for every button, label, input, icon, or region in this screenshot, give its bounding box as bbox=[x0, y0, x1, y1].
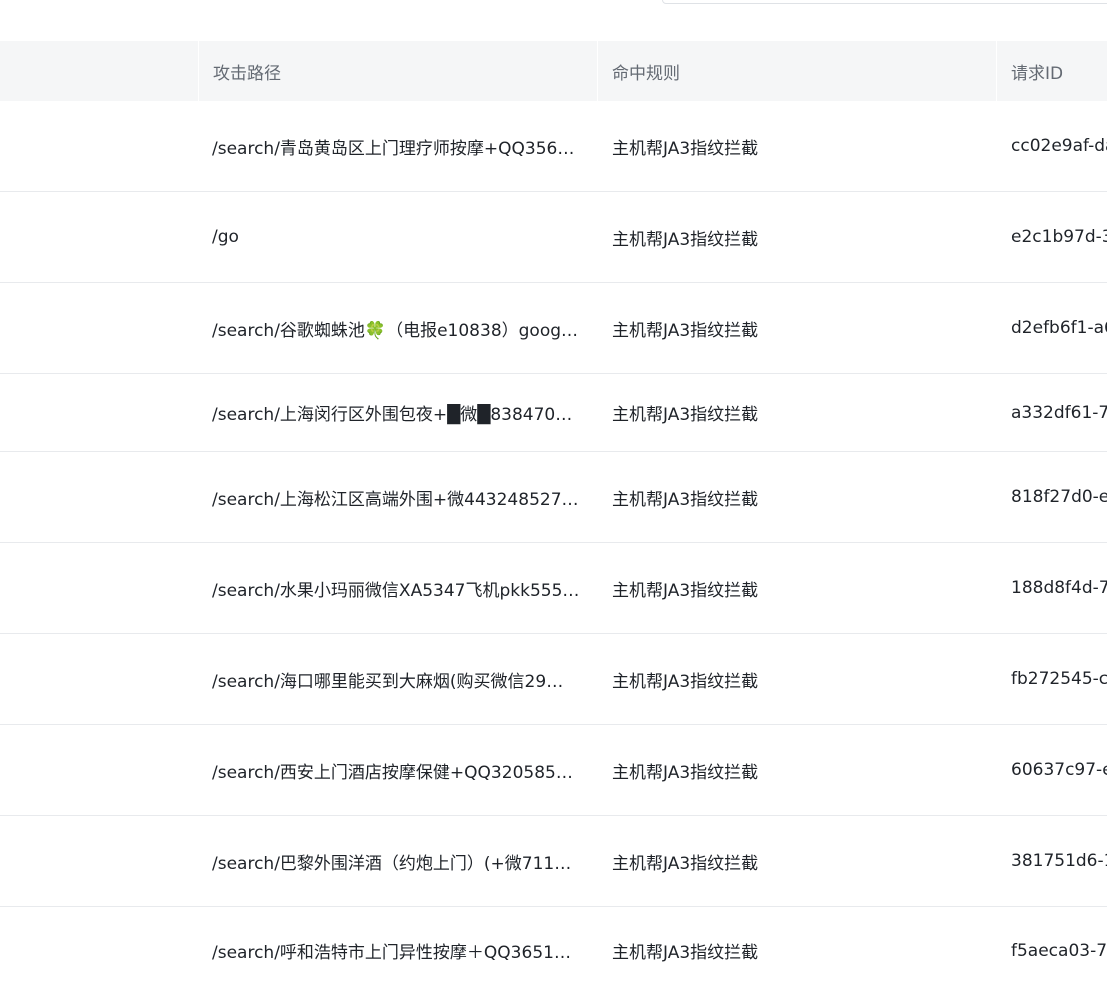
cell-request-id: 381751d6-1 bbox=[1011, 851, 1107, 871]
header-request-id: 请求ID bbox=[996, 41, 1107, 101]
cell-request-id: cc02e9af-da bbox=[1011, 136, 1107, 156]
cell-hit-rule: 主机帮JA3指纹拦截 bbox=[612, 405, 759, 425]
cell-request-id: 188d8f4d-71 bbox=[1011, 578, 1107, 598]
cell-request-id: f5aeca03-75 bbox=[1011, 940, 1107, 961]
table-row[interactable]: /go 主机帮JA3指纹拦截 e2c1b97d-30 bbox=[0, 192, 1107, 283]
attack-log-table: 攻击路径 命中规则 请求ID /search/青岛黄岛区上门理疗师按摩+QQ35… bbox=[0, 41, 1107, 989]
cell-hit-rule: 主机帮JA3指纹拦截 bbox=[612, 489, 759, 510]
cell-attack-path: /search/西安上门酒店按摩保健+QQ320585… bbox=[212, 762, 573, 783]
cell-hit-rule: 主机帮JA3指纹拦截 bbox=[612, 320, 759, 341]
cell-request-id: d2efb6f1-a6 bbox=[1011, 318, 1107, 338]
cell-attack-path: /go bbox=[212, 227, 239, 247]
cell-request-id: fb272545-cc bbox=[1011, 669, 1107, 689]
cell-hit-rule: 主机帮JA3指纹拦截 bbox=[612, 943, 759, 963]
cell-request-id: 818f27d0-e0 bbox=[1011, 487, 1107, 507]
cell-attack-path: /search/谷歌蜘蛛池🍀（电报e10838）goog… bbox=[212, 320, 579, 341]
cell-hit-rule: 主机帮JA3指纹拦截 bbox=[612, 580, 759, 601]
table-row[interactable]: /search/海口哪里能买到大麻烟(购买微信29… 主机帮JA3指纹拦截 fb… bbox=[0, 634, 1107, 725]
cell-request-id: a332df61-7a bbox=[1011, 402, 1107, 423]
cell-hit-rule: 主机帮JA3指纹拦截 bbox=[612, 138, 759, 159]
cell-attack-path: /search/水果小玛丽微信XA5347飞机pkk555… bbox=[212, 580, 580, 601]
header-hit-rule: 命中规则 bbox=[597, 41, 996, 101]
table-row[interactable]: /search/上海闵行区外围包夜+█微█8384706… 主机帮JA3指纹拦截… bbox=[0, 374, 1107, 452]
cell-request-id: e2c1b97d-30 bbox=[1011, 227, 1107, 247]
table-row[interactable]: /search/呼和浩特市上门异性按摩＋QQ3651… 主机帮JA3指纹拦截 f… bbox=[0, 907, 1107, 989]
cell-attack-path: /search/上海闵行区外围包夜+█微█8384706… bbox=[212, 405, 584, 425]
cell-hit-rule: 主机帮JA3指纹拦截 bbox=[612, 853, 759, 874]
cell-attack-path: /search/呼和浩特市上门异性按摩＋QQ3651… bbox=[212, 943, 571, 963]
table-row[interactable]: /search/上海松江区高端外围+微443248527… 主机帮JA3指纹拦截… bbox=[0, 452, 1107, 543]
table-row[interactable]: /search/水果小玛丽微信XA5347飞机pkk555… 主机帮JA3指纹拦… bbox=[0, 543, 1107, 634]
cell-attack-path: /search/海口哪里能买到大麻烟(购买微信29… bbox=[212, 671, 564, 692]
page: 攻击路径 命中规则 请求ID /search/青岛黄岛区上门理疗师按摩+QQ35… bbox=[0, 0, 1107, 989]
header-attack-path: 攻击路径 bbox=[198, 41, 597, 101]
cell-attack-path: /search/巴黎外围洋酒（约炮上门）(+微711… bbox=[212, 853, 572, 874]
cell-attack-path: /search/上海松江区高端外围+微443248527… bbox=[212, 489, 579, 510]
top-filter-control[interactable] bbox=[662, 0, 1107, 4]
table-row[interactable]: /search/巴黎外围洋酒（约炮上门）(+微711… 主机帮JA3指纹拦截 3… bbox=[0, 816, 1107, 907]
cell-hit-rule: 主机帮JA3指纹拦截 bbox=[612, 762, 759, 783]
table-body: /search/青岛黄岛区上门理疗师按摩+QQ356… 主机帮JA3指纹拦截 c… bbox=[0, 101, 1107, 989]
table-row[interactable]: /search/青岛黄岛区上门理疗师按摩+QQ356… 主机帮JA3指纹拦截 c… bbox=[0, 101, 1107, 192]
table-row[interactable]: /search/谷歌蜘蛛池🍀（电报e10838）goog… 主机帮JA3指纹拦截… bbox=[0, 283, 1107, 374]
table-header: 攻击路径 命中规则 请求ID bbox=[0, 41, 1107, 101]
table-row[interactable]: /search/西安上门酒店按摩保健+QQ320585… 主机帮JA3指纹拦截 … bbox=[0, 725, 1107, 816]
cell-attack-path: /search/青岛黄岛区上门理疗师按摩+QQ356… bbox=[212, 138, 575, 159]
cell-hit-rule: 主机帮JA3指纹拦截 bbox=[612, 671, 759, 692]
cell-request-id: 60637c97-e6 bbox=[1011, 760, 1107, 780]
header-cell-hidden bbox=[0, 41, 198, 101]
cell-hit-rule: 主机帮JA3指纹拦截 bbox=[612, 229, 759, 250]
